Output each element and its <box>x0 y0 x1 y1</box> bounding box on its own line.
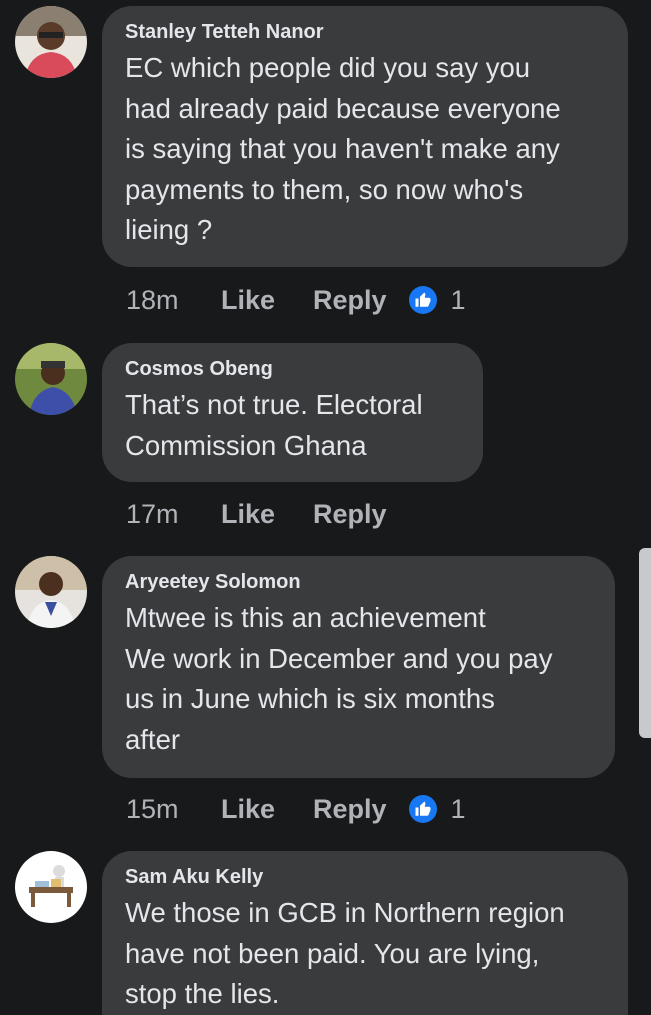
comment-bubble: Stanley Tetteh Nanor EC which people did… <box>102 6 628 267</box>
comment-bubble: Sam Aku Kelly We those in GCB in Norther… <box>102 851 628 1015</box>
like-reaction-icon[interactable] <box>408 286 437 314</box>
comment-feed: Stanley Tetteh Nanor EC which people did… <box>0 0 651 1015</box>
avatar[interactable] <box>15 556 87 628</box>
comment-author[interactable]: Aryeetey Solomon <box>125 570 591 594</box>
avatar[interactable] <box>15 6 87 78</box>
comment-timestamp[interactable]: 17m <box>126 499 221 530</box>
reaction-count: 1 <box>450 793 466 824</box>
comment-text: Mtwee is this an achievement We work in … <box>125 602 553 755</box>
comment-timestamp[interactable]: 15m <box>126 794 221 825</box>
comment-text: We those in GCB in Northern region have … <box>125 897 565 1009</box>
reaction-count: 1 <box>450 284 466 315</box>
comment-actions: 17m Like Reply <box>126 496 409 532</box>
like-button[interactable]: Like <box>221 794 313 825</box>
comment-author[interactable]: Cosmos Obeng <box>125 357 459 381</box>
reply-button[interactable]: Reply <box>313 794 387 825</box>
comment-actions: 15m Like Reply 1 <box>126 791 466 827</box>
like-reaction-icon[interactable] <box>408 795 437 823</box>
comment-author[interactable]: Stanley Tetteh Nanor <box>125 20 604 44</box>
comment-actions: 18m Like Reply 1 <box>126 282 466 318</box>
comment-bubble: Cosmos Obeng That’s not true. Electoral … <box>102 343 483 482</box>
avatar[interactable] <box>15 851 87 923</box>
scrollbar-thumb[interactable] <box>639 548 651 738</box>
comment-text: EC which people did you say you had alre… <box>125 52 561 245</box>
comment-text: That’s not true. Electoral Commission Gh… <box>125 389 423 461</box>
comment-author[interactable]: Sam Aku Kelly <box>125 865 604 889</box>
reply-button[interactable]: Reply <box>313 499 387 530</box>
like-button[interactable]: Like <box>221 499 313 530</box>
avatar[interactable] <box>15 343 87 415</box>
like-button[interactable]: Like <box>221 285 313 316</box>
comment-timestamp[interactable]: 18m <box>126 285 221 316</box>
reply-button[interactable]: Reply <box>313 285 387 316</box>
comment-bubble: Aryeetey Solomon Mtwee is this an achiev… <box>102 556 615 778</box>
